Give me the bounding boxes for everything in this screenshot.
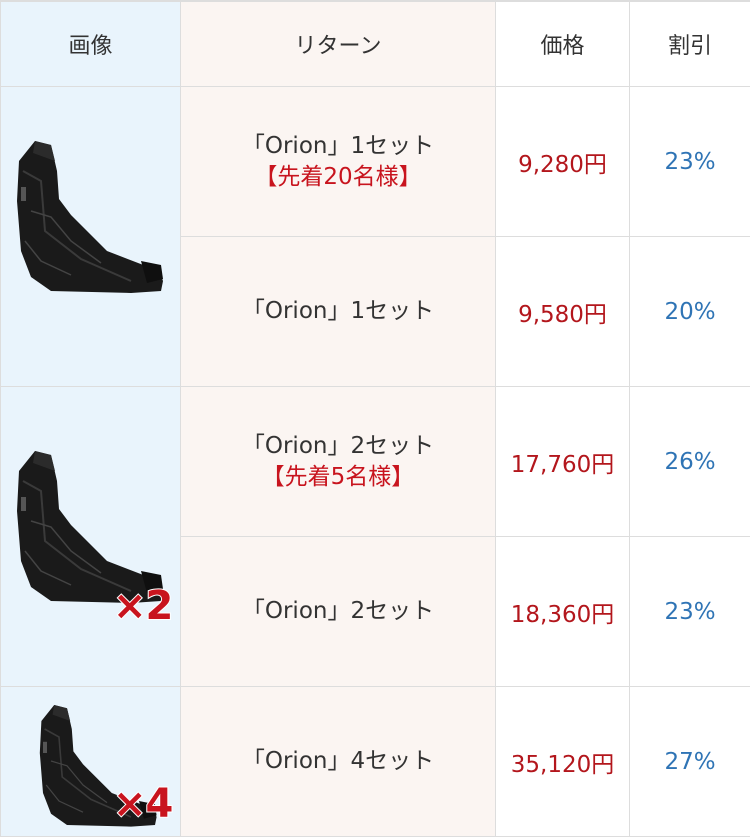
reward-name: 「Orion」1セット — [241, 298, 435, 324]
quantity-multiplier: ×4 — [112, 780, 174, 828]
reward-name-cell: 「Orion」1セット — [180, 236, 496, 387]
reward-name-cell: 「Orion」4セット — [180, 686, 496, 837]
header-discount: 割引 — [629, 0, 750, 87]
product-image-cell: ×4 — [0, 686, 181, 837]
discount-value: 26% — [629, 386, 750, 537]
reward-name-cell: 「Orion」2セット 【先着5名様】 — [180, 386, 496, 537]
product-image-cell: ×2 — [0, 386, 181, 687]
discount-value: 23% — [629, 86, 750, 237]
reward-name: 「Orion」2セット — [241, 432, 435, 459]
reward-promo: 【先着5名様】 — [261, 463, 415, 490]
price-value: 9,280円 — [495, 86, 630, 237]
header-return: リターン — [180, 0, 496, 87]
discount-value: 20% — [629, 236, 750, 387]
table-row: 「Orion」1セット 【先着20名様】 9,280円 23% — [0, 86, 750, 387]
sling-bag-icon — [16, 141, 164, 294]
product-image-cell — [0, 86, 181, 387]
pricing-table: 画像 リターン 価格 割引 「Orion」1セット 【先着20名様】 9,280… — [0, 0, 750, 837]
discount-value: 23% — [629, 536, 750, 687]
price-value: 9,580円 — [495, 236, 630, 387]
table-row: ×2 「Orion」2セット 【先着5名様】 17,760円 26% — [0, 386, 750, 687]
header-price: 価格 — [495, 0, 630, 87]
table-row: ×4 「Orion」4セット 35,120円 27% — [0, 686, 750, 837]
header-image: 画像 — [0, 0, 181, 87]
header-row: 画像 リターン 価格 割引 — [0, 0, 750, 87]
reward-name: 「Orion」1セット — [241, 132, 435, 159]
discount-value: 27% — [629, 686, 750, 837]
price-value: 35,120円 — [495, 686, 630, 837]
reward-name-cell: 「Orion」2セット — [180, 536, 496, 687]
reward-name-cell: 「Orion」1セット 【先着20名様】 — [180, 86, 496, 237]
reward-name: 「Orion」4セット — [241, 748, 435, 774]
price-value: 18,360円 — [495, 536, 630, 687]
price-value: 17,760円 — [495, 386, 630, 537]
reward-name: 「Orion」2セット — [241, 598, 435, 624]
reward-promo: 【先着20名様】 — [254, 163, 422, 190]
quantity-multiplier: ×2 — [112, 582, 174, 630]
